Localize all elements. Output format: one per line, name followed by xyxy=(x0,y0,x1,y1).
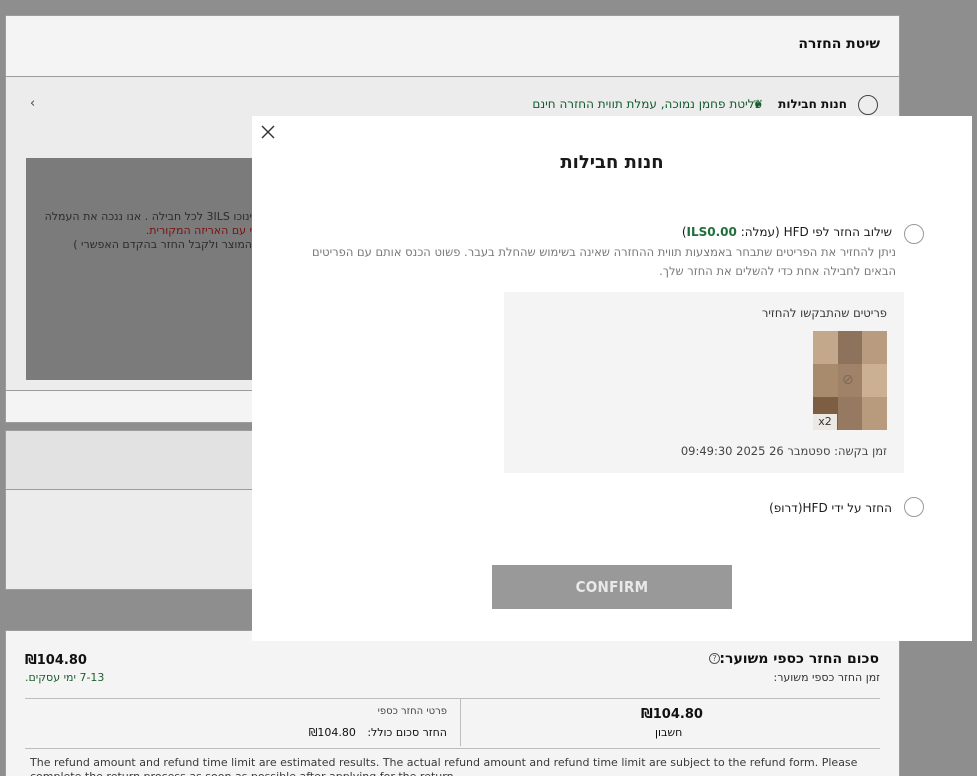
refund-table-vdivider xyxy=(460,698,461,746)
requested-items-box: פריטים שהתבקשו להחזיר ⊘ x2 זמן בקשה: ספט… xyxy=(504,292,904,473)
unavailable-icon: ⊘ xyxy=(842,372,854,388)
request-time: זמן בקשה: ספטמבר 26 2025 09:49:30 xyxy=(680,444,887,458)
option2-radio[interactable] xyxy=(904,497,924,517)
details-total-label: החזר סכום כולל: xyxy=(367,726,447,739)
account-amount: ₪104.80 xyxy=(641,707,703,722)
chevron-left-icon[interactable]: ‹ xyxy=(30,96,35,111)
package-store-modal: חנות חבילות שילוב החזר לפי HFD (עמלה: IL… xyxy=(252,116,972,641)
option1-label[interactable]: שילוב החזר לפי HFD (עמלה: ILS0.00) xyxy=(682,225,892,239)
info-line-1: ינוכו 3ILS לכל חבילה . אנו ננכה את העמלה xyxy=(44,210,252,223)
close-icon[interactable] xyxy=(260,124,276,140)
confirm-button[interactable]: CONFIRM xyxy=(492,565,732,609)
info-box xyxy=(26,158,252,380)
option1-label-prefix: שילוב החזר לפי HFD (עמלה: xyxy=(736,225,892,239)
account-label: חשבון xyxy=(655,726,683,739)
info-line-3: המוצר ולקבל החזר בהקדם האפשרי ) xyxy=(73,238,252,251)
option2-label[interactable]: החזר על ידי HFD(דרופ) xyxy=(769,501,892,515)
section-title: שיטת החזרה xyxy=(798,36,880,52)
refund-time-label: זמן החזר כספי משוער: xyxy=(773,671,880,684)
details-heading: פרטי החזר כספי xyxy=(377,706,447,717)
refund-days: 7-13 ימי עסקים. xyxy=(25,671,105,684)
details-total: החזר סכום כולל: ₪104.80 xyxy=(309,726,447,739)
option-radio[interactable] xyxy=(858,95,878,115)
disclaimer-text: The refund amount and refund time limit … xyxy=(30,756,858,776)
quantity-badge: x2 xyxy=(813,414,837,430)
refund-amount: ₪104.80 xyxy=(25,653,87,668)
option1-fee: ILS0.00 xyxy=(686,225,737,239)
disclaimer-divider xyxy=(25,748,880,749)
option1-description: ניתן להחזיר את הפריטים שתבחר באמצעות תוו… xyxy=(311,245,896,278)
refund-table-divider xyxy=(25,698,880,699)
refund-total-label: סכום החזר כספי משוער: xyxy=(719,651,879,667)
items-title: פריטים שהתבקשו להחזיר xyxy=(761,306,887,320)
option-note: פליטת פחמן נמוכה, עמלת תווית החזרה חינם xyxy=(532,97,762,111)
info-line-2: י עם האריזה המקורית. xyxy=(145,224,252,237)
option1-radio[interactable] xyxy=(904,224,924,244)
option-label: חנות חבילות xyxy=(778,97,847,111)
details-total-value: ₪104.80 xyxy=(308,726,356,739)
help-icon[interactable]: ? xyxy=(709,653,720,664)
modal-title: חנות חבילות xyxy=(560,152,664,173)
